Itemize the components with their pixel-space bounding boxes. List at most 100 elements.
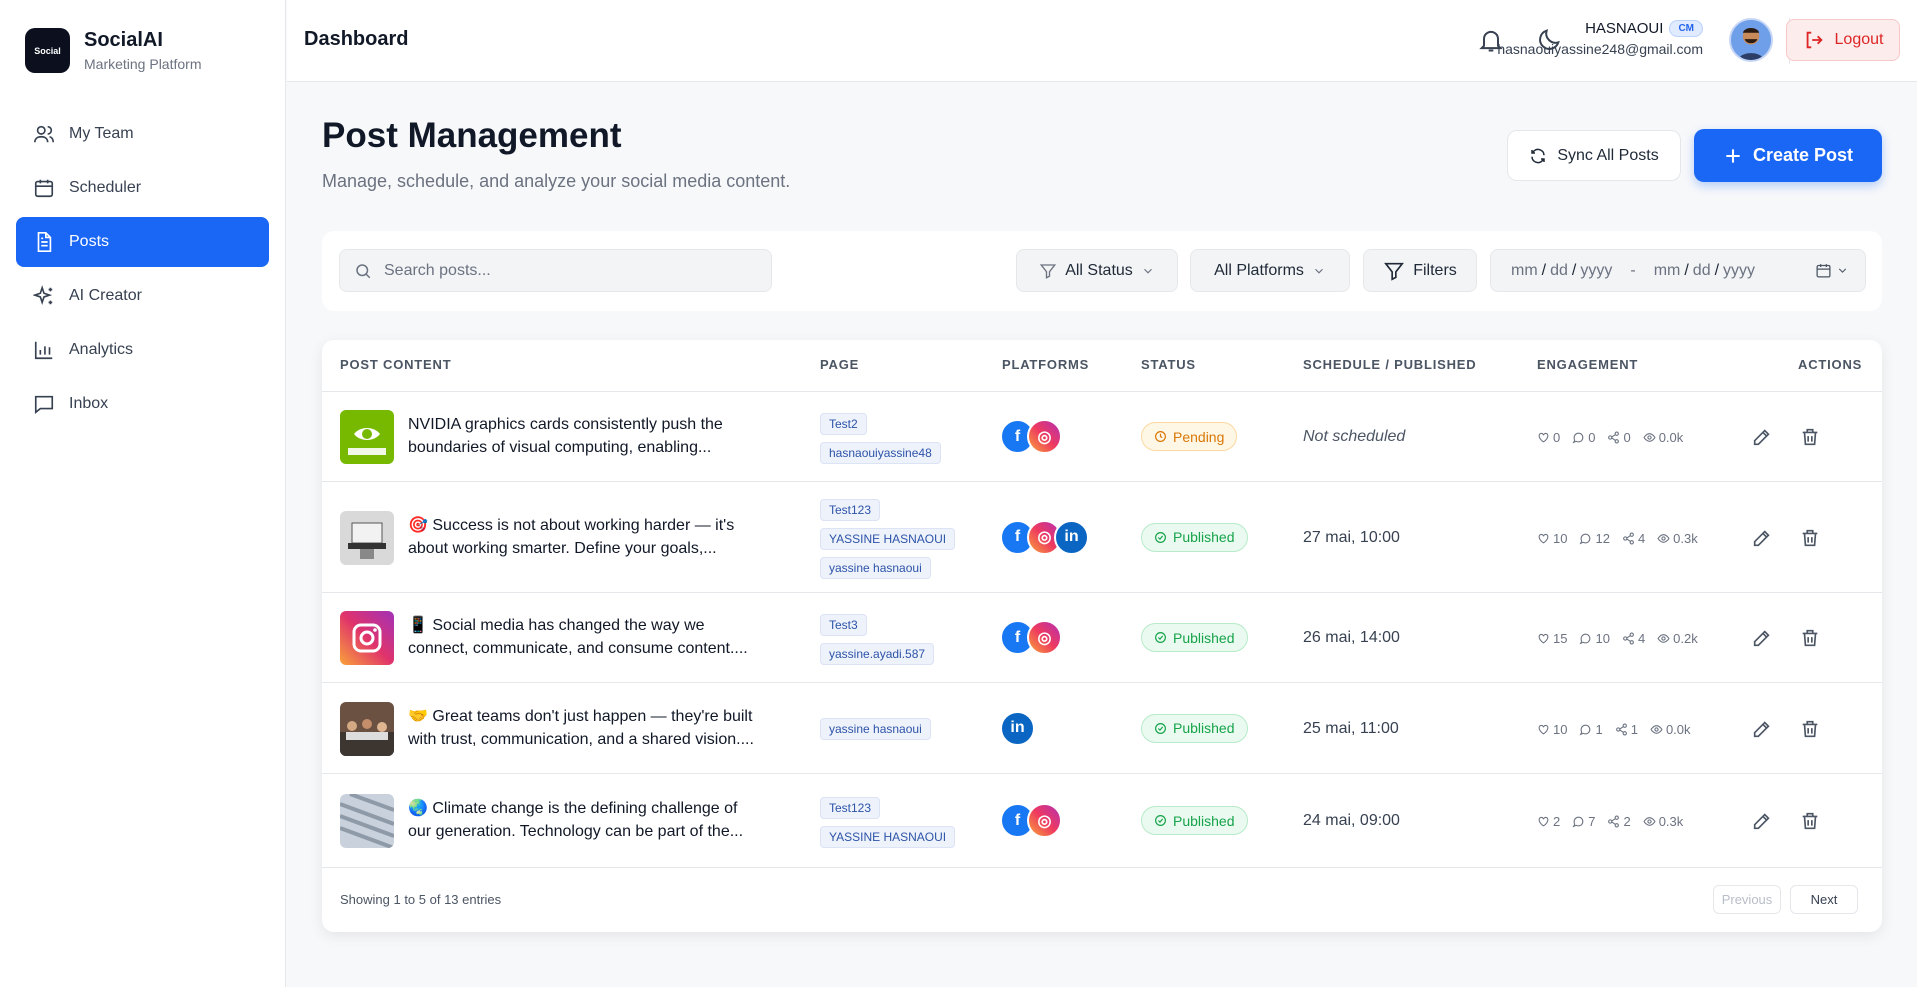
table-row[interactable]: 📱 Social media has changed the way we co…	[322, 593, 1882, 683]
previous-button[interactable]: Previous	[1713, 885, 1781, 914]
sidebar-item-label: AI Creator	[69, 287, 142, 304]
page-tag: yassine hasnaoui	[820, 557, 931, 579]
delete-icon[interactable]	[1799, 810, 1821, 832]
filters-label: Filters	[1413, 261, 1457, 279]
table-row[interactable]: 🤝 Great teams don't just happen — they'r…	[322, 683, 1882, 774]
likes-count: 10	[1553, 530, 1568, 546]
delete-icon[interactable]	[1799, 718, 1821, 740]
table-row[interactable]: 🎯 Success is not about working harder — …	[322, 482, 1882, 593]
check-circle-icon	[1155, 722, 1166, 734]
views-count: 0.0k	[1665, 721, 1691, 737]
date-to-mm[interactable]: mm	[1654, 262, 1681, 280]
schedule-time: 24 mai, 09:00	[1303, 812, 1400, 829]
linkedin-icon: in	[1054, 519, 1089, 555]
status-label: Pending	[1173, 428, 1225, 445]
clock-icon	[1155, 431, 1166, 442]
share-icon	[1615, 723, 1627, 735]
post-content[interactable]: NVIDIA graphics cards consistently push …	[408, 413, 788, 459]
brand-name: SocialAI	[84, 29, 163, 51]
date-from-dd[interactable]: dd	[1550, 262, 1568, 280]
schedule-time: Not scheduled	[1303, 428, 1406, 445]
plus-icon	[1726, 148, 1740, 163]
brand-logo-text: Social	[34, 45, 61, 56]
likes-count: 10	[1553, 721, 1568, 737]
page-subtitle: Manage, schedule, and analyze your socia…	[322, 171, 791, 191]
sync-all-posts-button[interactable]: Sync All Posts	[1507, 130, 1681, 181]
post-content[interactable]: 🤝 Great teams don't just happen — they'r…	[408, 705, 788, 751]
status-label: Published	[1173, 812, 1235, 829]
heart-icon	[1538, 724, 1549, 734]
post-content[interactable]: 📱 Social media has changed the way we co…	[408, 614, 788, 660]
post-thumbnail[interactable]	[340, 701, 394, 756]
table-header: POST CONTENT PAGE PLATFORMS STATUS SCHED…	[322, 340, 1882, 392]
sidebar-item-label: My Team	[69, 125, 134, 142]
date-from-yyyy[interactable]: yyyy	[1580, 262, 1612, 280]
linkedin-icon: in	[1000, 710, 1035, 746]
table-footer: Showing 1 to 5 of 13 entries Previous Ne…	[322, 868, 1882, 932]
comment-icon	[1572, 816, 1584, 828]
delete-icon[interactable]	[1799, 426, 1821, 448]
sidebar-item-ai-creator[interactable]: AI Creator	[16, 271, 269, 321]
post-content[interactable]: 🎯 Success is not about working harder — …	[408, 514, 788, 560]
shares-count: 2	[1623, 814, 1631, 829]
share-icon	[1608, 431, 1620, 444]
delete-icon[interactable]	[1799, 627, 1821, 649]
sidebar: Social SocialAI Marketing Platform My Te…	[0, 0, 286, 987]
edit-icon[interactable]	[1751, 718, 1773, 740]
avatar-image	[1731, 20, 1771, 60]
user-email: hasnaouiyassine248@gmail.com	[1497, 41, 1703, 57]
likes-count: 0	[1553, 430, 1561, 445]
check-circle-icon	[1155, 815, 1166, 826]
table-row[interactable]: 🌏 Climate change is the defining challen…	[322, 774, 1882, 868]
edit-icon[interactable]	[1751, 527, 1773, 549]
table-row[interactable]: NVIDIA graphics cards consistently push …	[322, 392, 1882, 482]
sidebar-item-inbox[interactable]: Inbox	[16, 379, 269, 429]
calendar-icon[interactable]	[1815, 262, 1832, 279]
page-tag: yassine hasnaoui	[820, 718, 931, 740]
search-box[interactable]	[339, 249, 772, 292]
sidebar-item-my-team[interactable]: My Team	[16, 109, 269, 159]
delete-icon[interactable]	[1799, 527, 1821, 549]
status-filter-dropdown[interactable]: All Status	[1016, 249, 1178, 292]
edit-icon[interactable]	[1751, 426, 1773, 448]
edit-icon[interactable]	[1751, 810, 1773, 832]
post-thumbnail[interactable]	[340, 794, 394, 848]
shares-count: 0	[1623, 430, 1631, 445]
page-tags: yassine hasnaoui	[820, 718, 931, 740]
instagram-icon: ◎	[1027, 803, 1062, 838]
platform-icons: f ◎	[1000, 419, 1062, 454]
page-tags: Test2 hasnaouiyassine48	[820, 412, 941, 464]
search-input[interactable]	[384, 261, 764, 280]
comment-icon	[1572, 432, 1584, 444]
date-to-dd[interactable]: dd	[1693, 262, 1711, 280]
sidebar-item-scheduler[interactable]: Scheduler	[16, 163, 269, 213]
document-icon	[37, 232, 52, 252]
date-to-yyyy[interactable]: yyyy	[1723, 262, 1755, 280]
status-badge: Published	[1141, 713, 1248, 743]
avatar[interactable]	[1729, 18, 1773, 62]
schedule-time: 27 mai, 10:00	[1303, 528, 1400, 546]
post-thumbnail[interactable]	[340, 510, 394, 565]
date-range-picker[interactable]: mm / dd / yyyy - mm / dd / yyyy	[1490, 249, 1866, 292]
brand[interactable]: Social SocialAI Marketing Platform	[0, 0, 285, 73]
chevron-down-icon	[1143, 268, 1152, 274]
header-title: Dashboard	[304, 28, 409, 50]
next-button[interactable]: Next	[1790, 885, 1858, 914]
logout-button[interactable]: Logout	[1786, 19, 1900, 61]
edit-icon[interactable]	[1751, 627, 1773, 649]
date-from-mm[interactable]: mm	[1511, 262, 1538, 280]
filters-button[interactable]: Filters	[1363, 249, 1477, 292]
post-content[interactable]: 🌏 Climate change is the defining challen…	[408, 797, 788, 843]
user-info[interactable]: HASNAOUI CM hasnaouiyassine248@gmail.com	[1497, 20, 1703, 57]
sidebar-item-posts[interactable]: Posts	[16, 217, 269, 267]
create-post-button[interactable]: Create Post	[1694, 129, 1882, 182]
column-header: SCHEDULE / PUBLISHED	[1303, 357, 1477, 372]
chevron-down-icon[interactable]	[1836, 264, 1849, 277]
post-thumbnail[interactable]	[340, 611, 394, 665]
sidebar-item-analytics[interactable]: Analytics	[16, 325, 269, 375]
user-name: HASNAOUI	[1585, 20, 1664, 37]
post-thumbnail[interactable]	[340, 410, 394, 464]
platform-filter-dropdown[interactable]: All Platforms	[1190, 249, 1350, 292]
brand-subtitle: Marketing Platform	[84, 56, 202, 72]
users-icon	[34, 125, 54, 143]
